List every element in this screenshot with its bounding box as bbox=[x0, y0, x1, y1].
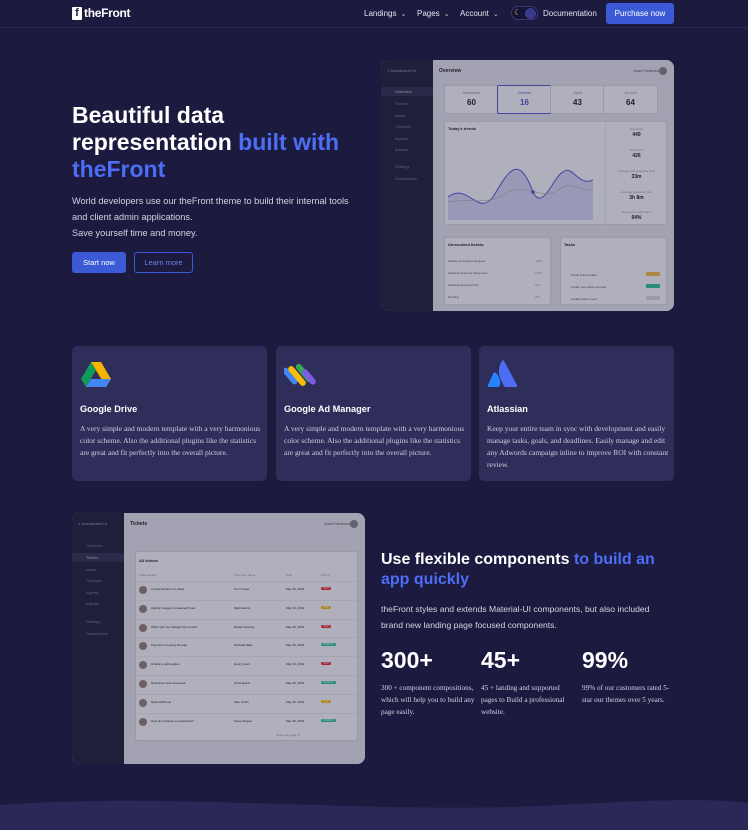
components-title-text: Use flexible components bbox=[381, 551, 574, 568]
theme-toggle[interactable]: ☾ bbox=[511, 6, 538, 20]
chevron-down-icon: ⌄ bbox=[443, 10, 450, 18]
logo-text: theFront bbox=[84, 6, 131, 20]
stat-description: 45 + landing and supported pages to Buil… bbox=[481, 684, 565, 716]
hero-title: Beautiful data representation built with… bbox=[72, 102, 362, 183]
start-now-button[interactable]: Start now bbox=[72, 252, 126, 273]
card-description: A very simple and modern template with a… bbox=[284, 424, 465, 457]
chevron-down-icon: ⌄ bbox=[492, 10, 499, 18]
card-google-drive: Google Drive A very simple and modern te… bbox=[72, 346, 267, 481]
hero-description-line2: Save yourself time and money. bbox=[72, 228, 198, 238]
stat-rating: 99% 99% of our customers rated 5-star ou… bbox=[582, 646, 677, 706]
stat-description: 99% of our customers rated 5-star our th… bbox=[582, 684, 670, 704]
hero-title-text: Beautiful data representation bbox=[72, 102, 239, 155]
logo[interactable]: f theFront bbox=[72, 6, 131, 20]
stat-value: 99% bbox=[582, 647, 629, 673]
stat-components: 300+ 300 + component compositions, which… bbox=[381, 646, 476, 718]
card-description: A very simple and modern template with a… bbox=[80, 424, 261, 457]
bottom-wave bbox=[0, 800, 748, 830]
card-description: Keep your entire team in sync with devel… bbox=[487, 424, 669, 469]
stat-pages: 45+ 45 + landing and supported pages to … bbox=[481, 646, 576, 718]
nav-account[interactable]: Account ⌄ bbox=[460, 9, 499, 18]
card-title: Google Drive bbox=[80, 404, 138, 414]
card-atlassian: Atlassian Keep your entire team in sync … bbox=[479, 346, 674, 481]
components-title: Use flexible components to build an app … bbox=[381, 550, 681, 590]
hero-description: World developers use our theFront theme … bbox=[72, 193, 357, 241]
tickets-screenshot: ● Dashboard Kit Overview Tickets Ideas C… bbox=[72, 513, 365, 764]
documentation-link[interactable]: Documentation bbox=[543, 9, 597, 18]
nav-pages[interactable]: Pages ⌄ bbox=[417, 9, 450, 18]
toggle-knob bbox=[525, 8, 536, 19]
nav-account-label: Account bbox=[460, 9, 489, 18]
nav-landings-label: Landings bbox=[364, 9, 397, 18]
card-google-ad-manager: Google Ad Manager A very simple and mode… bbox=[276, 346, 471, 481]
logo-mark: f bbox=[72, 6, 82, 20]
nav-pages-label: Pages bbox=[417, 9, 440, 18]
stat-value: 300+ bbox=[381, 647, 433, 673]
card-title: Atlassian bbox=[487, 404, 528, 414]
hero-description-line1: World developers use our theFront theme … bbox=[72, 196, 349, 222]
google-ad-manager-icon bbox=[284, 363, 316, 386]
stat-value: 45+ bbox=[481, 647, 521, 673]
components-description: theFront styles and extends Material-UI … bbox=[381, 604, 650, 630]
top-navbar: f theFront Landings ⌄ Pages ⌄ Account ⌄ … bbox=[0, 0, 748, 28]
mock-dim-overlay bbox=[381, 60, 674, 311]
mock-dim-overlay bbox=[72, 513, 365, 764]
chevron-down-icon: ⌄ bbox=[400, 10, 407, 18]
dashboard-screenshot: ● Dashboard Kit Overview Tickets Ideas C… bbox=[381, 60, 674, 311]
stat-description: 300 + component compositions, which will… bbox=[381, 684, 475, 716]
nav-landings[interactable]: Landings ⌄ bbox=[364, 9, 406, 18]
card-title: Google Ad Manager bbox=[284, 404, 371, 414]
purchase-button[interactable]: Purchase now bbox=[606, 3, 674, 24]
atlassian-icon bbox=[487, 360, 518, 387]
learn-more-button[interactable]: Learn more bbox=[134, 252, 193, 273]
google-drive-icon bbox=[81, 362, 111, 387]
moon-icon: ☾ bbox=[514, 8, 522, 17]
